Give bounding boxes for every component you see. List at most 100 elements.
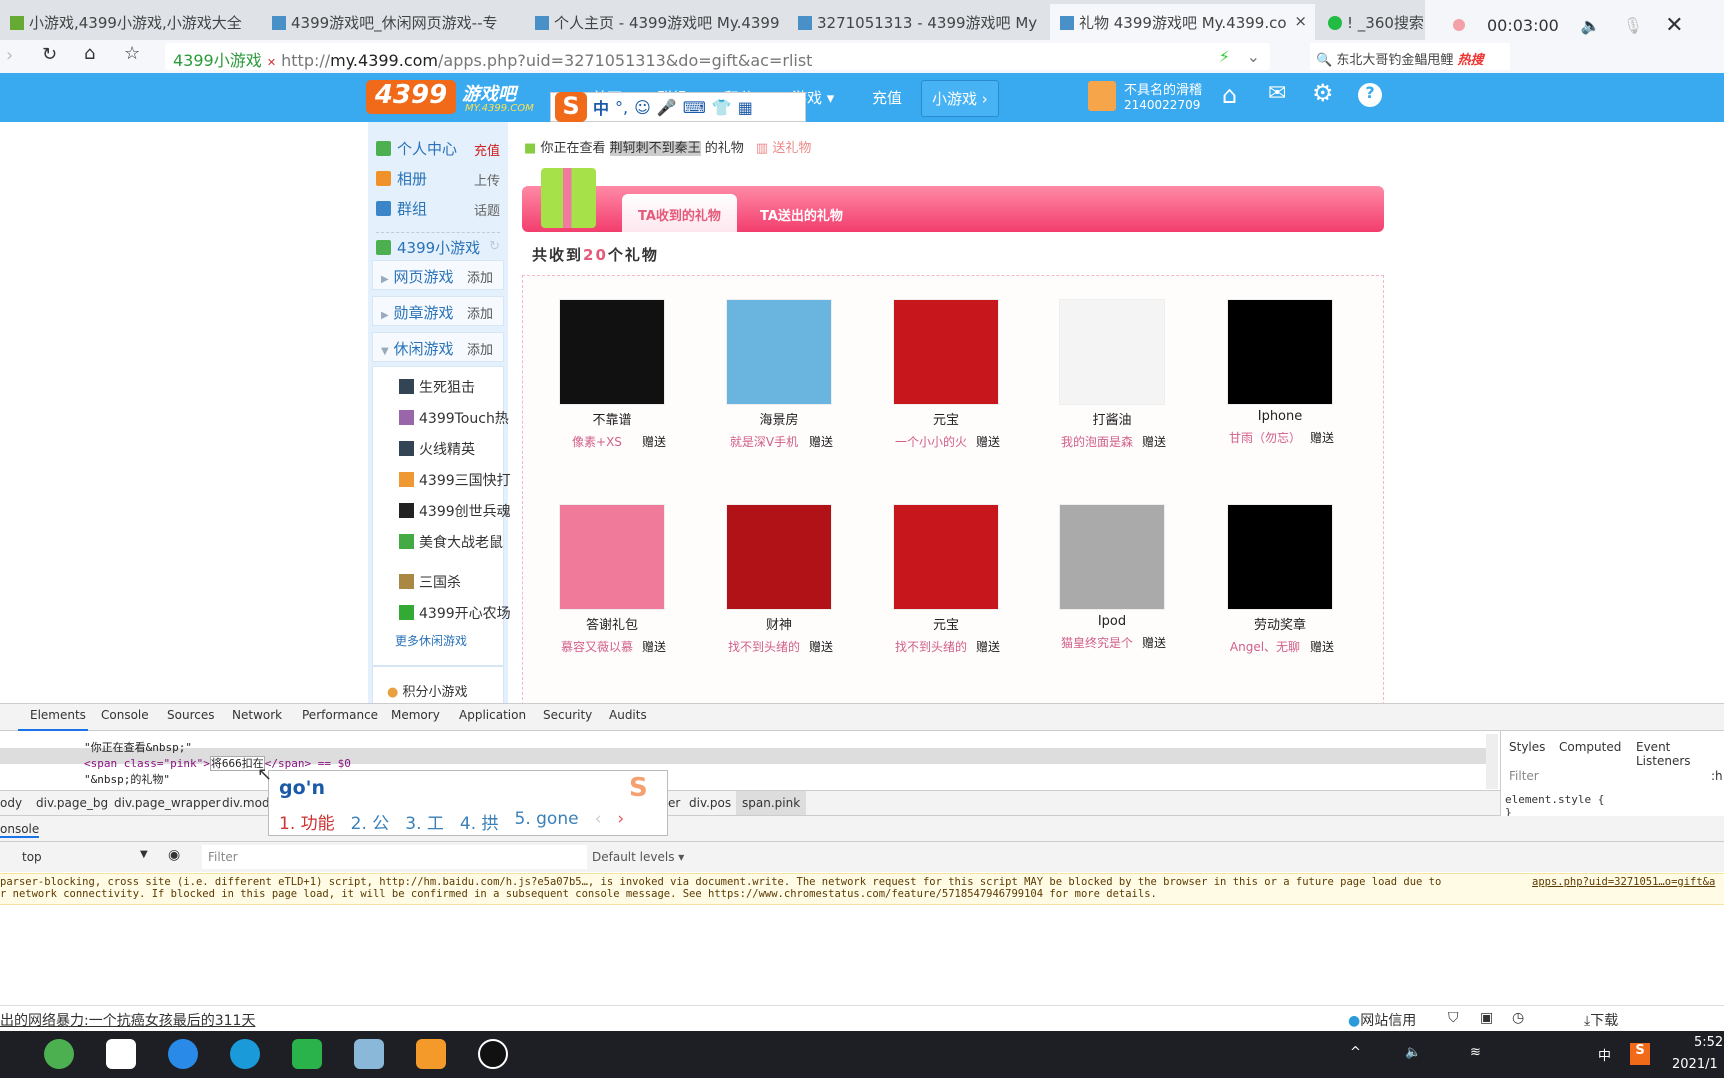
- screenshot-icon[interactable]: ▣: [1480, 1010, 1493, 1026]
- log-levels-select[interactable]: Default levels ▾: [592, 850, 684, 864]
- close-tab-icon[interactable]: ×: [1294, 12, 1307, 30]
- sidebar-section-web-games[interactable]: ▶ 网页游戏 添加: [372, 260, 504, 290]
- input-language[interactable]: 中: [1598, 1045, 1611, 1064]
- tab-styles[interactable]: Styles: [1509, 740, 1545, 754]
- sogou-tray-icon[interactable]: S: [1630, 1043, 1650, 1065]
- gift-send-button[interactable]: 赠送: [1142, 435, 1166, 449]
- gift-image[interactable]: [726, 504, 832, 610]
- shield-icon[interactable]: ⛉: [1448, 1010, 1459, 1026]
- edge-icon[interactable]: [230, 1039, 260, 1069]
- chevron-down-icon[interactable]: ⌄: [1247, 47, 1260, 66]
- search-input[interactable]: 🔍 东北大哥钓金鲳甩鲤 热搜: [1310, 43, 1510, 70]
- tab-performance[interactable]: Performance: [302, 708, 378, 722]
- keyboard-icon[interactable]: ⌨: [683, 98, 706, 117]
- app-icon[interactable]: [106, 1039, 136, 1069]
- record-icon[interactable]: [1453, 19, 1465, 31]
- gift-sender[interactable]: 找不到头绪的: [725, 638, 803, 655]
- sidebar-item-mini-games[interactable]: 4399小游戏 ↻: [376, 232, 500, 258]
- gift-sender[interactable]: 甘雨（勿忘）: [1226, 429, 1304, 446]
- mic-muted-icon[interactable]: 🎙: [1623, 16, 1643, 35]
- browser-tab[interactable]: 4399游戏吧_休闲网页游戏--专: [262, 4, 517, 40]
- clock-time[interactable]: 5:52: [1694, 1035, 1723, 1050]
- volume-icon[interactable]: 🔈: [1405, 1045, 1421, 1060]
- tray-chevron-icon[interactable]: ^: [1350, 1045, 1361, 1060]
- sidebar-section-medal-games[interactable]: ▶ 勋章游戏 添加: [372, 296, 504, 326]
- dom-node-selected[interactable]: <span class="pink">将666扣在</span> == $0: [84, 755, 351, 771]
- gift-send-button[interactable]: 赠送: [976, 435, 1000, 449]
- user-name[interactable]: 不具名的滑稽: [1124, 79, 1202, 98]
- wechat-icon[interactable]: [292, 1039, 322, 1069]
- styles-filter-input[interactable]: Filter: [1509, 769, 1539, 783]
- gift-send-button[interactable]: 赠送: [1142, 636, 1166, 650]
- home-icon[interactable]: ⌂: [84, 43, 95, 64]
- browser-tab[interactable]: ! _360搜索: [1318, 4, 1428, 40]
- gift-sender[interactable]: Angel、无聊: [1226, 638, 1304, 655]
- game-item[interactable]: 三国杀: [399, 572, 461, 592]
- gift-send-button[interactable]: 赠送: [642, 435, 666, 449]
- gift-sender[interactable]: 找不到头绪的: [892, 638, 970, 655]
- browser-tab[interactable]: 个人主页 - 4399游戏吧 My.4399: [525, 4, 780, 40]
- browser-tab-active[interactable]: 礼物 4399游戏吧 My.4399.co ×: [1050, 4, 1315, 40]
- prev-page-icon[interactable]: ‹: [595, 809, 602, 834]
- console-filter-input[interactable]: Filter: [202, 845, 587, 869]
- gift-sender[interactable]: 我的泡面是森: [1058, 433, 1136, 450]
- refresh-icon[interactable]: ↻: [489, 239, 500, 254]
- lightning-icon[interactable]: ⚡: [1219, 47, 1230, 66]
- download[interactable]: ⤓下载: [1584, 1010, 1618, 1030]
- sidebar-item-album[interactable]: 相册 上传: [376, 168, 500, 189]
- site-logo[interactable]: 4399: [366, 80, 456, 114]
- feishu-icon[interactable]: [168, 1039, 198, 1069]
- reload-icon[interactable]: ↻: [42, 44, 57, 65]
- mic-icon[interactable]: 🎤: [657, 98, 677, 117]
- gift-image[interactable]: [893, 504, 999, 610]
- gift-send-button[interactable]: 赠送: [809, 435, 833, 449]
- url-input[interactable]: 4399小游戏 ✕ http://my.4399.com/apps.php?ui…: [165, 43, 1270, 70]
- eye-icon[interactable]: ◉: [168, 847, 180, 863]
- gift-send-button[interactable]: 赠送: [642, 640, 666, 654]
- tab-received-gifts[interactable]: TA收到的礼物: [622, 194, 737, 232]
- viewed-user-name[interactable]: 荆轲刺不到秦王: [609, 141, 701, 156]
- emoji-icon[interactable]: ☺: [634, 98, 651, 117]
- send-gift-link[interactable]: 送礼物: [772, 141, 811, 156]
- gift-sender[interactable]: 猫皇终究是个: [1058, 634, 1136, 651]
- news-link[interactable]: 出的网络暴力:一个抗癌女孩最后的311天: [0, 1010, 255, 1030]
- gift-sender[interactable]: 像素+XS: [558, 433, 636, 450]
- tab-network[interactable]: Network: [232, 708, 282, 722]
- clock-icon[interactable]: ◷: [1512, 1010, 1524, 1026]
- mail-icon[interactable]: ✉: [1268, 81, 1286, 106]
- browser-360-icon[interactable]: [44, 1039, 74, 1069]
- forward-icon[interactable]: ›: [6, 45, 13, 66]
- game-item[interactable]: 4399三国快打: [399, 470, 511, 490]
- gift-send-button[interactable]: 赠送: [976, 640, 1000, 654]
- gift-sender[interactable]: 慕容又薇以慕: [558, 638, 636, 655]
- game-item[interactable]: 4399Touch热: [399, 408, 509, 428]
- gift-send-button[interactable]: 赠送: [809, 640, 833, 654]
- site-credit[interactable]: ●网站信用: [1348, 1010, 1416, 1030]
- context-select[interactable]: top: [22, 850, 42, 864]
- speaker-icon[interactable]: 🔈: [1581, 16, 1601, 35]
- skin-icon[interactable]: 👕: [712, 98, 732, 117]
- tab-audits[interactable]: Audits: [609, 708, 647, 722]
- tab-event-listeners[interactable]: Event Listeners: [1636, 740, 1724, 768]
- gift-sender[interactable]: 一个小小的火: [892, 433, 970, 450]
- game-item[interactable]: 4399开心农场: [399, 603, 511, 623]
- gift-sender[interactable]: 就是深V手机: [725, 433, 803, 450]
- tab-elements[interactable]: Elements: [30, 708, 86, 722]
- gear-icon[interactable]: ⚙: [1312, 79, 1334, 107]
- tab-console[interactable]: Console: [101, 708, 149, 722]
- dom-text-node[interactable]: "你正在查看&nbsp;": [84, 739, 192, 755]
- clock-date[interactable]: 2021/1: [1672, 1057, 1718, 1072]
- close-icon[interactable]: ✕: [1665, 13, 1683, 38]
- more-casual-games-link[interactable]: 更多休闲游戏: [395, 632, 467, 649]
- uc-browser-icon[interactable]: [416, 1039, 446, 1069]
- elements-scrollbar[interactable]: [1486, 734, 1498, 789]
- browser-tab[interactable]: 小游戏,4399小游戏,小游戏大全: [0, 4, 255, 40]
- browser-tab[interactable]: 3271051313 - 4399游戏吧 My: [788, 4, 1043, 40]
- tab-sources[interactable]: Sources: [167, 708, 214, 722]
- star-icon[interactable]: ☆: [124, 43, 140, 64]
- gift-image[interactable]: [1059, 299, 1165, 405]
- gift-image[interactable]: [559, 299, 665, 405]
- gift-image[interactable]: [1227, 299, 1333, 405]
- sidebar-item-groups[interactable]: 群组 话题: [376, 198, 500, 219]
- tab-application[interactable]: Application: [459, 708, 526, 722]
